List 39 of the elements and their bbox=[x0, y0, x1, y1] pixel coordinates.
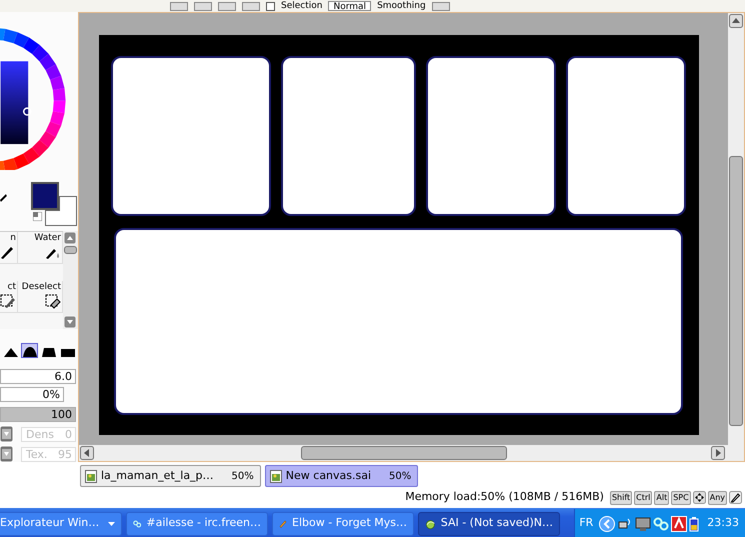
dens-value: 0 bbox=[65, 428, 72, 440]
memory-load-text: Memory load:50% (108MB / 516MB) bbox=[405, 489, 604, 506]
modifier-key[interactable]: SPC bbox=[671, 490, 691, 504]
taskbar-button[interactable]: #ailesse - irc.freen… bbox=[126, 512, 268, 536]
density-slider[interactable]: 100 bbox=[0, 407, 76, 422]
blend-mode-dropdown[interactable]: Normal bbox=[328, 1, 372, 11]
zoom-level: 50% bbox=[389, 470, 412, 484]
min-size-field[interactable]: 0% bbox=[0, 387, 64, 402]
tool-label: Water bbox=[34, 232, 61, 244]
taskbar-button[interactable]: SAI - (Not saved)N… bbox=[418, 512, 560, 536]
brush-size-field[interactable]: 6.0 bbox=[0, 369, 76, 384]
modifier-key[interactable]: Alt bbox=[654, 490, 670, 504]
task-label: Explorateur Win… bbox=[0, 515, 100, 532]
selection-label: Selection bbox=[281, 1, 322, 11]
modifier-key[interactable]: Ctrl bbox=[634, 490, 652, 504]
taskbar-button[interactable]: Explorateur Win… bbox=[0, 512, 122, 536]
tool-label: n bbox=[10, 232, 16, 244]
clock: 23:33 bbox=[707, 515, 739, 532]
tool-label: Deselect bbox=[22, 280, 61, 293]
file-tab[interactable]: la_maman_et_la_p… 50% bbox=[80, 465, 261, 487]
tool-button[interactable]: ct bbox=[0, 280, 18, 313]
zoom-level: 50% bbox=[232, 470, 254, 484]
task-label: #ailesse - irc.freen… bbox=[146, 515, 261, 532]
smoothing-label: Smoothing bbox=[377, 1, 426, 11]
texture-label: Tex. bbox=[26, 448, 48, 460]
tool-label: ct bbox=[8, 280, 16, 293]
file-tab[interactable]: New canvas.sai 50% bbox=[264, 465, 418, 487]
file-name: la_maman_et_la_p… bbox=[101, 468, 214, 484]
texture-value: 95 bbox=[58, 448, 72, 460]
modifier-key[interactable]: Shift bbox=[610, 490, 632, 504]
task-label: Elbow - Forget Mys… bbox=[292, 515, 407, 532]
any-key[interactable]: Any bbox=[708, 490, 727, 504]
file-name: New canvas.sai bbox=[286, 468, 372, 484]
tool-button[interactable]: n bbox=[0, 232, 18, 264]
language-indicator[interactable]: FR bbox=[579, 515, 594, 532]
dens-label: Dens bbox=[26, 428, 54, 440]
density-value: 100 bbox=[51, 408, 72, 422]
taskbar-button[interactable]: Elbow - Forget Mys… bbox=[272, 512, 414, 536]
task-label: SAI - (Not saved)N… bbox=[440, 515, 553, 532]
